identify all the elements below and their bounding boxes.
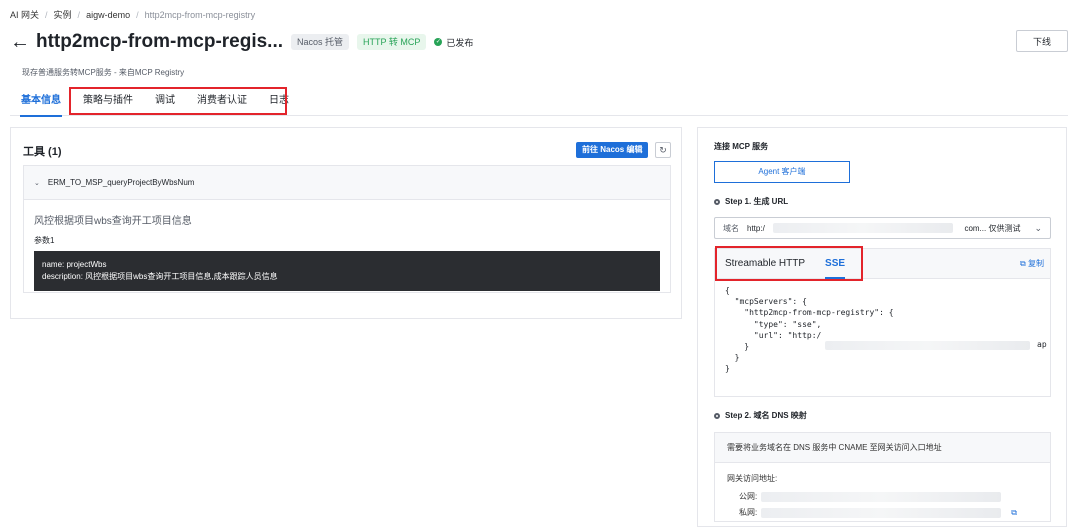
tool-card: ⌄ ERM_TO_MSP_queryProjectByWbsNum 风控根据项目… [23, 165, 671, 293]
code-tab-bar: Streamable HTTP SSE ⧉ 复制 [715, 249, 1050, 279]
nacos-tag: Nacos 托管 [291, 34, 350, 50]
domain-label: 域名 [723, 223, 739, 233]
step1-heading: Step 1. 生成 URL [714, 196, 788, 207]
public-row: 公网: [739, 491, 1002, 502]
tab-logs[interactable]: 日志 [258, 86, 300, 116]
step-dot-icon [714, 198, 720, 205]
breadcrumb-item-gateway[interactable]: AI 网关 [10, 8, 39, 21]
goto-nacos-button[interactable]: 前往 Nacos 编辑 [576, 142, 649, 158]
url-tail: ap [1037, 340, 1047, 349]
redacted-url [825, 341, 1030, 350]
tool-description: 风控根据项目wbs查询开工项目信息 [34, 216, 192, 227]
private-row: 私网: ⧉ [739, 507, 1017, 518]
step1-text: Step 1. 生成 URL [725, 197, 789, 206]
refresh-icon[interactable]: ↻ [655, 142, 671, 158]
gateway-label: 网关访问地址: [727, 474, 778, 483]
param-name: name: projectWbs [42, 260, 107, 269]
http-mcp-tag: HTTP 转 MCP [357, 34, 427, 50]
step2-text: Step 2. 域名 DNS 映射 [725, 411, 807, 420]
chevron-down-icon[interactable]: ⌄ [1034, 223, 1042, 234]
page-subtitle: 现存普通服务转MCP服务 - 来自MCP Registry [22, 68, 185, 77]
offline-button[interactable]: 下线 [1016, 30, 1068, 52]
config-code: { "mcpServers": { "http2mcp-from-mcp-reg… [725, 286, 894, 374]
param-code-box: name: projectWbs description: 风控根据项目wbs查… [34, 251, 660, 291]
step2-heading: Step 2. 域名 DNS 映射 [714, 410, 807, 421]
tools-panel: 工具 (1) 前往 Nacos 编辑 ↻ ⌄ ERM_TO_MSP_queryP… [10, 127, 682, 319]
copy-icon: ⧉ [1020, 259, 1026, 268]
check-circle-icon: ✓ [434, 38, 443, 46]
breadcrumb-item-instance[interactable]: 实例 [54, 8, 72, 21]
dns-description: 需要将业务域名在 DNS 服务中 CNAME 至网关访问入口地址 [715, 433, 1050, 463]
code-area: { "mcpServers": { "http2mcp-from-mcp-reg… [715, 279, 1050, 381]
page-title: http2mcp-from-mcp-regis... [36, 31, 284, 52]
config-code-card: Streamable HTTP SSE ⧉ 复制 { "mcpServers":… [714, 248, 1051, 397]
tab-policy-plugins[interactable]: 策略与插件 [72, 86, 144, 116]
back-arrow-icon[interactable]: ← [10, 32, 30, 52]
redacted-public-address [761, 491, 1002, 502]
breadcrumb-separator: / [136, 9, 139, 20]
title-row: ← http2mcp-from-mcp-regis... Nacos 托管 HT… [10, 31, 473, 53]
tool-card-header[interactable]: ⌄ ERM_TO_MSP_queryProjectByWbsNum [24, 166, 670, 200]
connect-title: 连接 MCP 服务 [714, 142, 769, 151]
param-description: description: 风控根据项目wbs查询开工项目信息,成本跟踪人员信息 [42, 272, 278, 281]
tab-consumer-auth[interactable]: 消费者认证 [186, 86, 258, 116]
tool-name: ERM_TO_MSP_queryProjectByWbsNum [47, 178, 195, 187]
tab-debug[interactable]: 调试 [144, 86, 186, 116]
breadcrumb-separator: / [77, 9, 81, 20]
status-badge: ✓ 已发布 [434, 36, 473, 49]
tab-basic-info[interactable]: 基本信息 [10, 86, 72, 117]
page: AI 网关 / 实例 / aigw-demo / http2mcp-from-m… [0, 0, 1080, 532]
breadcrumb-item-current: http2mcp-from-mcp-registry [144, 9, 256, 20]
private-label: 私网: [739, 508, 758, 517]
tab-streamable-http[interactable]: Streamable HTTP [715, 249, 815, 279]
dns-card: 需要将业务域名在 DNS 服务中 CNAME 至网关访问入口地址 网关访问地址:… [714, 432, 1051, 522]
domain-prefix: http:/ [747, 223, 765, 233]
chevron-down-icon[interactable]: ⌄ [34, 179, 40, 187]
step-dot-icon [714, 412, 720, 419]
public-label: 公网: [739, 492, 758, 501]
connect-panel: 连接 MCP 服务 Agent 客户端 Step 1. 生成 URL 域名 ht… [697, 127, 1067, 527]
redacted-domain [772, 223, 953, 233]
breadcrumb-item-demo[interactable]: aigw-demo [86, 10, 130, 20]
agent-client-button[interactable]: Agent 客户端 [714, 161, 850, 183]
copy-label: 复制 [1028, 259, 1044, 268]
tab-bar: 基本信息 策略与插件 调试 消费者认证 日志 [10, 86, 1068, 117]
status-text: 已发布 [446, 37, 474, 48]
tab-sse[interactable]: SSE [815, 249, 855, 279]
domain-suffix: com... 仅供测试 [964, 223, 1021, 233]
redacted-private-address [761, 507, 1002, 518]
copy-icon[interactable]: ⧉ [1011, 508, 1017, 518]
breadcrumb: AI 网关 / 实例 / aigw-demo / http2mcp-from-m… [10, 8, 255, 21]
tools-title: 工具 (1) [23, 146, 62, 158]
breadcrumb-separator: / [45, 9, 48, 20]
param-label: 参数1 [34, 236, 55, 245]
domain-select[interactable]: 域名 http:/ com... 仅供测试 ⌄ [714, 217, 1051, 239]
copy-button[interactable]: ⧉ 复制 [1020, 258, 1044, 269]
